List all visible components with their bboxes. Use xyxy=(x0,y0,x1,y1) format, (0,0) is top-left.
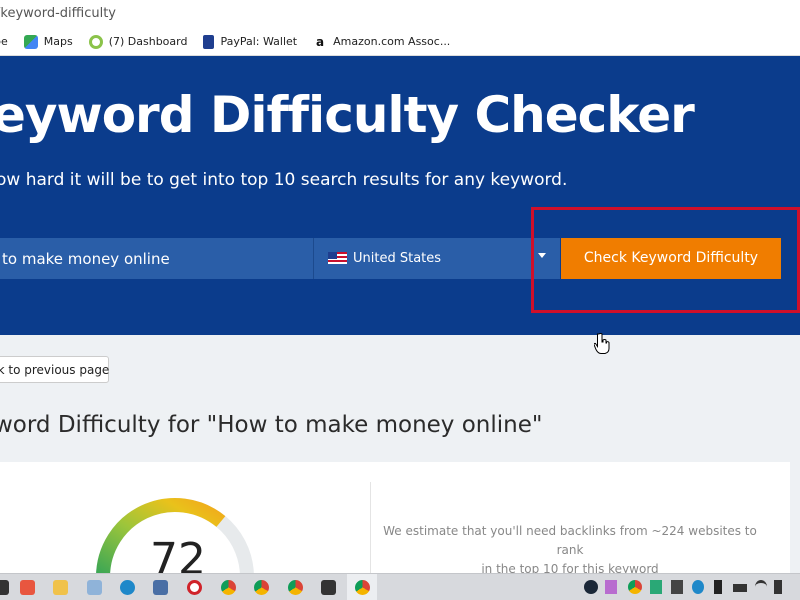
url-text[interactable]: /keyword-difficulty xyxy=(0,6,116,21)
keyword-input[interactable]: to make money online xyxy=(0,238,313,279)
back-to-previous-page-button[interactable]: ck to previous page xyxy=(0,356,109,383)
app-icon[interactable] xyxy=(0,580,9,595)
bookmark-maps[interactable]: Maps xyxy=(23,34,73,49)
country-select[interactable]: United States xyxy=(314,238,532,279)
chrome-icon[interactable] xyxy=(288,580,303,595)
estimate-line: We estimate that you'll need backlinks f… xyxy=(383,524,757,557)
app-icon[interactable] xyxy=(650,580,662,594)
wifi-icon[interactable] xyxy=(755,580,767,594)
taskbar xyxy=(0,573,800,600)
chrome-icon[interactable] xyxy=(355,580,370,595)
page-title: eyword Difficulty Checker xyxy=(0,86,695,144)
annotation-highlight-box xyxy=(531,207,800,313)
us-flag-icon xyxy=(328,252,347,264)
hand-cursor-icon xyxy=(594,333,610,354)
back-button-label: ck to previous page xyxy=(0,363,110,377)
volume-icon[interactable] xyxy=(774,580,782,594)
paypal-icon xyxy=(203,34,215,49)
chrome-icon[interactable] xyxy=(221,580,236,595)
amazon-icon: a xyxy=(313,34,328,49)
shield-icon[interactable] xyxy=(671,580,683,594)
bookmark-label: be xyxy=(0,35,8,48)
store-icon[interactable] xyxy=(321,580,336,595)
bookmark-youtube[interactable]: be xyxy=(0,35,8,48)
opera-icon[interactable] xyxy=(187,580,202,595)
bookmarks-bar: be Maps (7) Dashboard PayPal: Wallet a A… xyxy=(0,28,800,56)
page-subtitle: ow hard it will be to get into top 10 se… xyxy=(0,170,568,190)
dashboard-icon xyxy=(88,34,103,49)
bookmark-label: Maps xyxy=(43,35,73,48)
battery-icon[interactable] xyxy=(733,584,747,592)
bookmark-label: (7) Dashboard xyxy=(108,35,188,48)
app-icon[interactable] xyxy=(692,580,704,594)
search-form: to make money online United States xyxy=(0,238,560,279)
steam-icon[interactable] xyxy=(584,580,598,594)
result-card: 72 We estimate that you'll need backlink… xyxy=(0,462,790,585)
country-label: United States xyxy=(353,251,442,266)
chrome-icon[interactable] xyxy=(254,580,269,595)
phone-icon[interactable] xyxy=(714,580,722,594)
file-explorer-icon[interactable] xyxy=(53,580,68,595)
bookmark-paypal[interactable]: PayPal: Wallet xyxy=(203,34,298,49)
result-title: word Difficulty for "How to make money o… xyxy=(0,412,543,438)
divider xyxy=(370,482,371,582)
office-icon[interactable] xyxy=(20,580,35,595)
hero-section: eyword Difficulty Checker ow hard it wil… xyxy=(0,56,800,354)
bookmark-label: Amazon.com Assoc... xyxy=(333,35,451,48)
bookmark-label: PayPal: Wallet xyxy=(220,35,298,48)
backlinks-estimate: We estimate that you'll need backlinks f… xyxy=(380,522,760,579)
bookmark-dashboard[interactable]: (7) Dashboard xyxy=(88,34,188,49)
network-icon[interactable] xyxy=(153,580,168,595)
chrome-icon[interactable] xyxy=(628,580,642,594)
address-bar[interactable]: /keyword-difficulty xyxy=(0,0,800,28)
bookmark-amazon[interactable]: a Amazon.com Assoc... xyxy=(313,34,451,49)
app-icon[interactable] xyxy=(605,580,617,594)
maps-icon xyxy=(23,34,38,49)
notepad-icon[interactable] xyxy=(87,580,102,595)
edge-icon[interactable] xyxy=(120,580,135,595)
